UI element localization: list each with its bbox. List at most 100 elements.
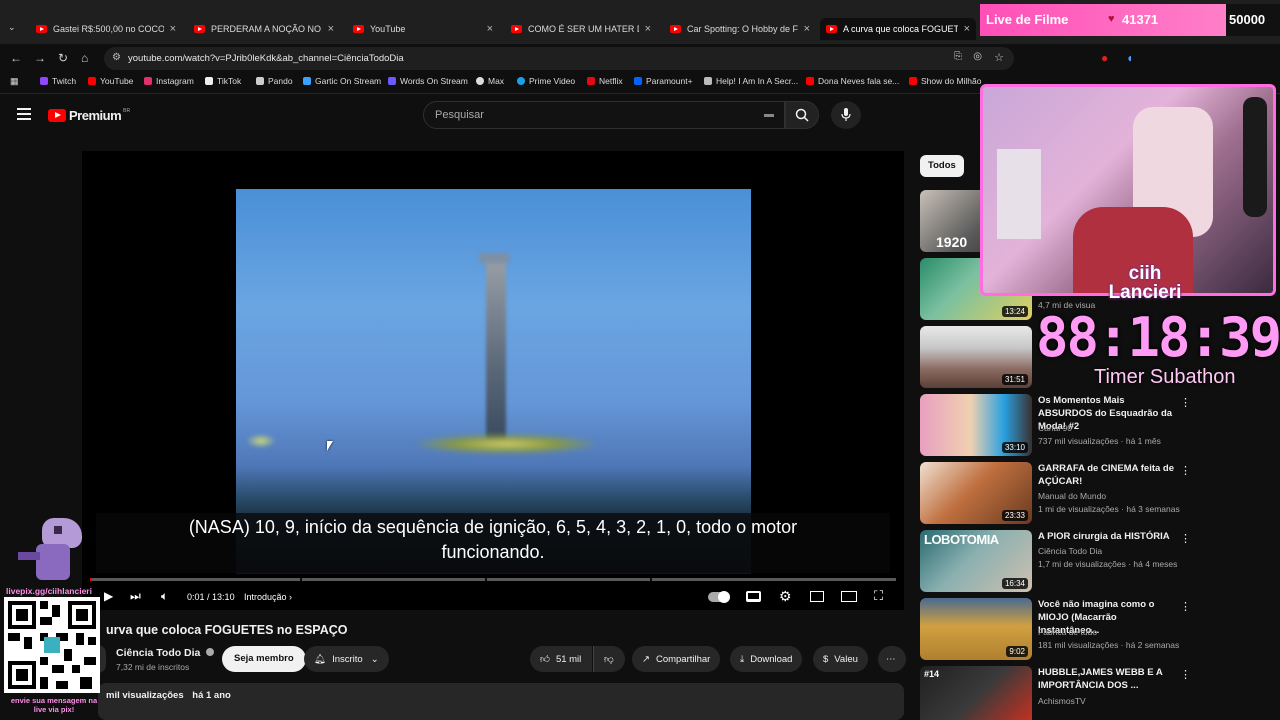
sidebar-video-7[interactable]: 9:02 Você não imagina como o MIOJO (Maca… [920,598,1191,660]
tab-close-icon[interactable]: × [328,23,334,35]
theater-mode-icon[interactable] [841,591,857,602]
install-icon[interactable]: ⎘ [954,51,962,62]
tab-label: PERDERAM A NOÇÃO NO CHA [211,24,322,34]
address-bar[interactable]: ⚙ youtube.com/watch?v=PJrib0leKdk&ab_cha… [104,47,1014,70]
next-icon[interactable]: ⏭ [130,589,141,604]
bookmark-help-secret[interactable]: Help! I Am In A Secr... [704,76,798,86]
video-thumbnail[interactable]: LOBOTOMIA 16:34 [920,530,1032,592]
extension-icon-1[interactable]: ● [1101,51,1108,65]
bookmark-pando[interactable]: Pando [256,76,293,86]
tab-close-icon[interactable]: × [804,23,810,35]
tab-3[interactable]: COMO É SER UM HATER DE SU × [507,18,655,40]
channel-name[interactable]: Canal 90 [1038,423,1072,433]
eye-off-icon[interactable]: ◎ [973,51,982,62]
channel-name[interactable]: Ciência Todo Dia [116,647,215,659]
apps-grid-icon[interactable]: ▦ [10,76,19,87]
download-button[interactable]: ⤓ Download [730,646,803,672]
bookmark-max[interactable]: Max [476,76,504,86]
settings-icon[interactable]: ⚙ [779,588,792,605]
join-button[interactable]: Seja membro [222,646,306,672]
tab-search-chevron-icon[interactable]: ⌄ [8,22,16,33]
tab-close-icon[interactable]: × [487,23,493,35]
more-vert-icon[interactable]: ⋮ [1180,396,1191,409]
bookmark-paramount[interactable]: Paramount+ [634,76,693,86]
back-icon[interactable]: ← [10,51,22,65]
volume-icon[interactable]: 🔈︎ [161,589,168,604]
share-button[interactable]: ↗ Compartilhar [632,646,721,672]
miniplayer-icon[interactable] [810,591,824,602]
search-button[interactable] [785,101,819,129]
dislike-button[interactable]: 👎︎ [593,646,625,672]
video-thumbnail[interactable]: #14 [920,666,1032,720]
thanks-button[interactable]: $ Valeu [813,646,868,672]
extension-icon-2[interactable]: ◖ [1126,51,1133,65]
forward-icon[interactable]: → [34,51,46,65]
sidebar-video-6[interactable]: LOBOTOMIA 16:34 A PIOR cirurgia da HISTÓ… [920,530,1191,592]
bookmark-instagram[interactable]: Instagram [144,76,194,86]
tab-close-icon[interactable]: × [645,23,651,35]
tab-1[interactable]: PERDERAM A NOÇÃO NO CHA × [190,18,338,40]
progress-bar[interactable] [90,578,896,581]
description-box[interactable] [98,683,904,720]
more-vert-icon[interactable]: ⋮ [1180,668,1190,681]
bookmark-netflix[interactable]: Netflix [587,76,623,86]
video-thumbnail[interactable]: 33:10 [920,394,1032,456]
bookmark-words-on-stream[interactable]: Words On Stream [388,76,468,86]
pando-icon [256,77,264,85]
youtube-logo[interactable]: Premium BR [48,108,130,123]
channel-name[interactable]: AchismosTV [1038,696,1086,706]
video-title[interactable]: A PIOR cirurgia da HISTÓRIA [1038,530,1178,543]
video-title[interactable]: GARRAFA de CINEMA feita de AÇÚCAR! [1038,462,1178,488]
chip-all[interactable]: Todos [920,155,964,177]
tab-close-icon[interactable]: × [170,23,176,35]
like-button[interactable]: 👍︎ 51 mil [530,646,592,672]
bookmark-prime-video[interactable]: Prime Video [517,76,575,86]
bookmark-gartic[interactable]: Gartic On Stream [303,76,381,86]
tv-icon [704,77,712,85]
home-icon[interactable]: ⌂ [81,51,88,65]
channel-name[interactable]: Fábrica de tudo [1038,627,1097,637]
sidebar-video-5[interactable]: 23:33 GARRAFA de CINEMA feita de AÇÚCAR!… [920,462,1191,524]
sidebar-video-4[interactable]: 33:10 Os Momentos Mais ABSURDOS do Esqua… [920,394,1191,456]
chapter-button[interactable]: Introdução › [244,592,292,602]
search-input[interactable]: Pesquisar ▬ [423,101,785,129]
video-title[interactable]: HUBBLE,JAMES WEBB E A IMPORTÂNCIA DOS ..… [1038,666,1178,692]
gartic-icon [303,77,311,85]
browser-toolbar: ← → ↻ ⌂ ⚙ youtube.com/watch?v=PJrib0leKd… [0,44,1280,72]
video-thumbnail[interactable]: 23:33 [920,462,1032,524]
keyboard-icon[interactable]: ▬ [764,102,774,128]
tab-4[interactable]: Car Spotting: O Hobby de Foto × [666,18,814,40]
bookmark-twitch[interactable]: Twitch [40,76,76,86]
bookmark-youtube[interactable]: YouTube [88,76,133,86]
channel-name[interactable]: Ciência Todo Dia [1038,546,1102,556]
bookmark-dona-neves[interactable]: Dona Neves fala se... [806,76,899,86]
live-count: 41371 [1122,12,1159,27]
tab-label: YouTube [370,24,406,34]
video-thumbnail[interactable]: 31:51 [920,326,1032,388]
autoplay-toggle[interactable] [708,591,730,603]
menu-icon[interactable] [17,108,31,120]
bookmark-star-icon[interactable]: ☆ [994,51,1004,64]
bookmark-show-do-milhao[interactable]: Show do Milhão [909,76,981,86]
youtube-favicon-icon [826,25,837,33]
more-vert-icon[interactable]: ⋮ [1180,464,1191,477]
subscribed-button[interactable]: 🔔︎ Inscrito ⌄ [304,646,389,672]
subtitles-icon[interactable] [746,591,761,602]
site-info-icon[interactable]: ⚙ [112,52,121,63]
reload-icon[interactable]: ↻ [58,51,68,65]
channel-name[interactable]: Manual do Mundo [1038,491,1106,501]
video-thumbnail[interactable]: 9:02 [920,598,1032,660]
tab-2[interactable]: YouTube × [349,18,497,40]
menu-icon-middle-bar [17,113,31,115]
bookmark-tiktok[interactable]: TikTok [205,76,241,86]
play-icon[interactable]: ▶ [104,589,113,603]
tab-0[interactable]: Gastei R$:500,00 no COCO BAM × [32,18,180,40]
voice-search-button[interactable] [831,101,861,129]
more-vert-icon[interactable]: ⋮ [1180,600,1191,613]
tab-close-icon[interactable]: × [964,23,970,35]
more-actions-button[interactable]: ⋯ [878,646,906,672]
sidebar-video-8[interactable]: #14 HUBBLE,JAMES WEBB E A IMPORTÂNCIA DO… [920,666,1190,720]
fullscreen-icon[interactable]: ⛶ [874,588,883,604]
more-vert-icon[interactable]: ⋮ [1180,532,1191,545]
tab-5-active[interactable]: A curva que coloca FOGUETES × [820,18,976,40]
